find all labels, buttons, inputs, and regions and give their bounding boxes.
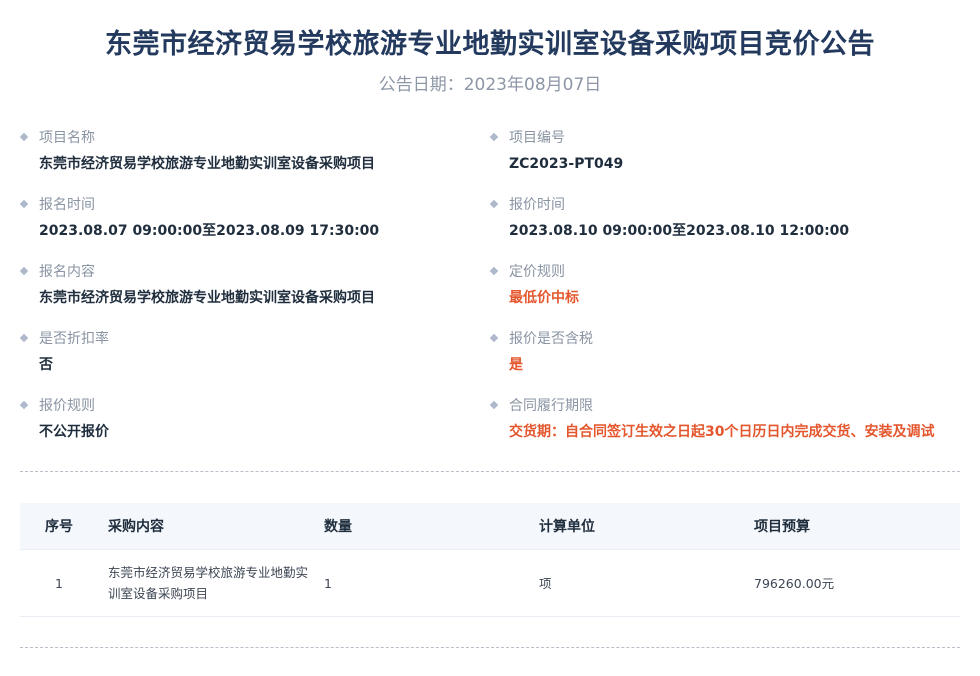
cell-unit: 项 [539,575,552,591]
cell-budget: 796260.00元 [754,575,835,591]
info-label: 是否折扣率 [39,331,109,347]
info-item-registration-content: 报名内容 东莞市经济贸易学校旅游专业地勤实训室设备采购项目 [19,262,480,308]
diamond-bullet-icon [19,132,29,142]
diamond-bullet-icon [19,199,29,209]
page-title: 东莞市经济贸易学校旅游专业地勤实训室设备采购项目竞价公告 [105,29,875,60]
diamond-bullet-icon [489,333,499,343]
info-value: 否 [39,357,53,373]
column-header-content: 采购内容 [108,519,164,535]
diamond-bullet-icon [489,199,499,209]
info-item-quote-time: 报价时间 2023.08.10 09:00:00至2023.08.10 12:0… [489,195,950,241]
info-value: 不公开报价 [39,424,109,440]
diamond-bullet-icon [489,266,499,276]
section-divider [20,647,960,648]
date-label: 公告日期： [378,75,464,95]
info-value: ZC2023-PT049 [509,156,624,172]
diamond-bullet-icon [489,400,499,410]
info-value: 交货期：自合同签订生效之日起30个日历日内完成交货、安装及调试 [509,424,935,440]
info-label: 报价规则 [39,398,95,414]
info-label: 项目编号 [509,130,565,146]
info-item-discount-rate: 是否折扣率 否 [19,329,480,375]
info-item-contract-period: 合同履行期限 交货期：自合同签订生效之日起30个日历日内完成交货、安装及调试 [489,396,950,442]
column-header-index: 序号 [45,519,73,535]
info-value: 东莞市经济贸易学校旅游专业地勤实训室设备采购项目 [39,290,375,306]
info-item-pricing-rule: 定价规则 最低价中标 [489,262,950,308]
table-header: 序号 采购内容 数量 计算单位 项目预算 [20,503,960,550]
column-header-budget: 项目预算 [754,519,810,535]
cell-index: 1 [55,575,63,591]
info-item-registration-time: 报名时间 2023.08.07 09:00:00至2023.08.09 17:3… [19,195,480,241]
info-label: 报名内容 [39,264,95,280]
info-label: 报名时间 [39,197,95,213]
info-item-tax-included: 报价是否含税 是 [489,329,950,375]
date-value: 2023年08月07日 [463,75,602,95]
info-item-project-name: 项目名称 东莞市经济贸易学校旅游专业地勤实训室设备采购项目 [19,128,480,174]
section-divider [20,471,960,472]
info-label: 报价时间 [509,197,565,213]
cell-quantity: 1 [324,575,332,591]
diamond-bullet-icon [19,266,29,276]
info-item-project-number: 项目编号 ZC2023-PT049 [489,128,950,174]
diamond-bullet-icon [489,132,499,142]
diamond-bullet-icon [19,333,29,343]
info-label: 定价规则 [509,264,565,280]
info-item-quote-rule: 报价规则 不公开报价 [19,396,480,442]
cell-content: 东莞市经济贸易学校旅游专业地勤实训室设备采购项目 [108,565,309,601]
info-label: 合同履行期限 [509,398,593,414]
info-value: 最低价中标 [509,290,579,306]
column-header-unit: 计算单位 [539,519,595,535]
procurement-table: 序号 采购内容 数量 计算单位 项目预算 1 东莞市经济贸易学校旅游专业地勤实训… [20,503,960,617]
info-label: 报价是否含税 [509,331,593,347]
column-header-quantity: 数量 [324,519,352,535]
info-value: 东莞市经济贸易学校旅游专业地勤实训室设备采购项目 [39,156,375,172]
info-value: 2023.08.07 09:00:00至2023.08.09 17:30:00 [39,223,380,239]
diamond-bullet-icon [19,400,29,410]
info-value: 2023.08.10 09:00:00至2023.08.10 12:00:00 [509,223,850,239]
info-value: 是 [509,357,523,373]
table-row: 1 东莞市经济贸易学校旅游专业地勤实训室设备采购项目 1 项 796260.00… [20,550,960,617]
info-label: 项目名称 [39,130,95,146]
announcement-date: 公告日期：2023年08月07日 [0,70,980,95]
